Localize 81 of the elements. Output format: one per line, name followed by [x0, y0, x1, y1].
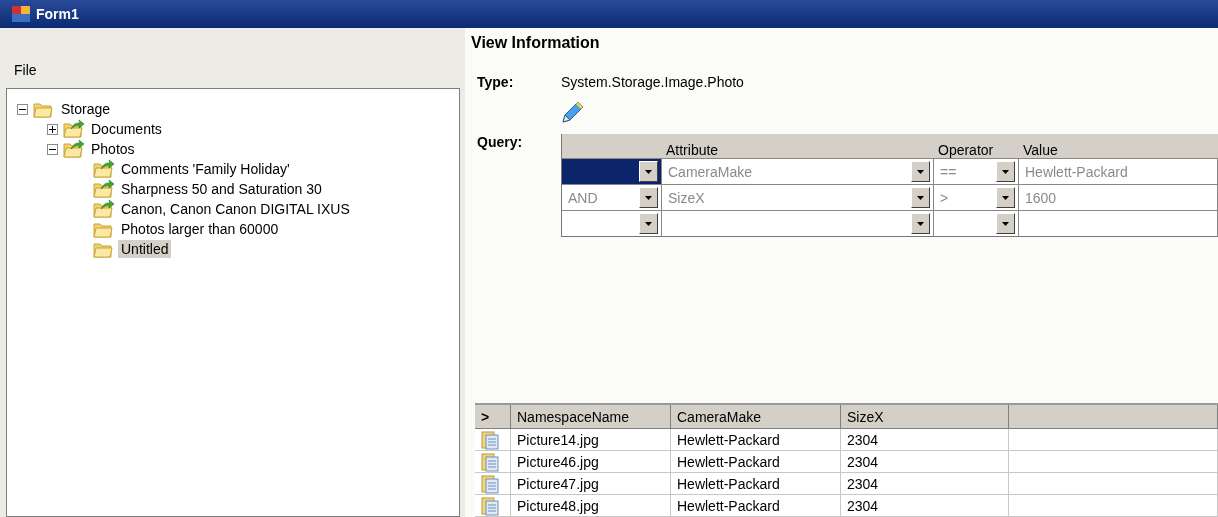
dropdown-button[interactable] [639, 187, 658, 208]
column-header[interactable]: SizeX [841, 405, 1009, 429]
document-icon [481, 473, 499, 494]
caret-icon [1002, 221, 1009, 226]
query-cell[interactable]: AND [562, 184, 662, 210]
folder-arrow-icon [62, 119, 84, 139]
document-icon [481, 495, 499, 516]
tree-item[interactable]: Canon, Canon Canon DIGITAL IXUS [118, 200, 353, 218]
tree-item[interactable]: Sharpness 50 and Saturation 30 [118, 180, 325, 198]
folder-arrow-icon [92, 179, 114, 199]
collapse-icon[interactable] [47, 143, 58, 155]
cell-value: == [940, 163, 958, 180]
query-cell[interactable] [934, 210, 1019, 236]
query-cell[interactable]: SizeX [662, 184, 934, 210]
table-cell: Hewlett-Packard [671, 473, 841, 495]
table-cell: Hewlett-Packard [671, 429, 841, 451]
query-cell[interactable]: 1600 [1019, 184, 1218, 210]
dropdown-button[interactable] [911, 187, 930, 208]
pencil-icon[interactable] [559, 100, 585, 126]
tree-item[interactable]: Documents [88, 120, 165, 138]
column-header[interactable]: NamespaceName [511, 405, 671, 429]
tree-item[interactable]: Storage [58, 100, 114, 118]
caret-icon [1002, 195, 1009, 200]
caret-icon [917, 169, 924, 174]
query-cell[interactable] [562, 210, 662, 236]
table-cell: Picture48.jpg [511, 495, 671, 517]
tree-item[interactable]: Photos larger than 60000 [118, 220, 282, 238]
column-header: Value [1023, 142, 1058, 158]
table-cell: 2304 [841, 473, 1009, 495]
dropdown-button[interactable] [639, 213, 658, 234]
section-title: View Information [471, 34, 601, 52]
table-cell: 2304 [841, 451, 1009, 473]
table-cell: Picture46.jpg [511, 451, 671, 473]
document-icon [481, 451, 499, 472]
dropdown-button[interactable] [639, 161, 658, 182]
table-cell: 2304 [841, 429, 1009, 451]
cell-value: CameraMake [668, 163, 754, 180]
query-cell[interactable] [662, 210, 934, 236]
collapse-icon[interactable] [17, 103, 28, 115]
folder-arrow-icon [92, 159, 114, 179]
caret-icon [645, 195, 652, 200]
column-header: Operator [938, 142, 994, 158]
table-cell: Picture47.jpg [511, 473, 671, 495]
query-cell[interactable]: > [934, 184, 1019, 210]
dropdown-button[interactable] [911, 161, 930, 182]
table-cell: Hewlett-Packard [671, 451, 841, 473]
folder-arrow-icon [62, 139, 84, 159]
tree-item[interactable]: Untitled [118, 240, 172, 258]
query-cell[interactable]: Hewlett-Packard [1019, 158, 1218, 184]
cell-value: SizeX [668, 189, 706, 206]
caret-icon [917, 195, 924, 200]
app-icon [12, 6, 30, 22]
column-header: Attribute [666, 142, 719, 158]
field-label: Type: [476, 74, 515, 90]
dropdown-button[interactable] [911, 213, 930, 234]
query-cell[interactable]: CameraMake [662, 158, 934, 184]
table-cell: 2304 [841, 495, 1009, 517]
column-header[interactable]: CameraMake [671, 405, 841, 429]
caret-icon [1002, 169, 1009, 174]
table-cell: Picture14.jpg [511, 429, 671, 451]
type-value: System.Storage.Image.Photo [561, 74, 744, 90]
folder-arrow-icon [92, 199, 114, 219]
dropdown-button[interactable] [996, 187, 1015, 208]
caret-icon [917, 221, 924, 226]
tree-item[interactable]: Comments 'Family Holiday' [118, 160, 293, 178]
document-icon [481, 429, 499, 450]
window-title: Form1 [36, 6, 79, 22]
dropdown-button[interactable] [996, 213, 1015, 234]
table-cell: Hewlett-Packard [671, 495, 841, 517]
cell-value: > [940, 189, 950, 206]
dropdown-button[interactable] [996, 161, 1015, 182]
cell-value: AND [568, 189, 599, 206]
field-label: Query: [476, 134, 524, 150]
query-cell[interactable] [562, 158, 662, 184]
tree-item[interactable]: Photos [88, 140, 138, 158]
caret-icon [645, 221, 652, 226]
query-cell[interactable] [1019, 210, 1218, 236]
row-marker: > [481, 408, 490, 425]
menu-item[interactable]: File [10, 60, 41, 80]
expand-icon[interactable] [47, 123, 58, 135]
caret-icon [645, 169, 652, 174]
